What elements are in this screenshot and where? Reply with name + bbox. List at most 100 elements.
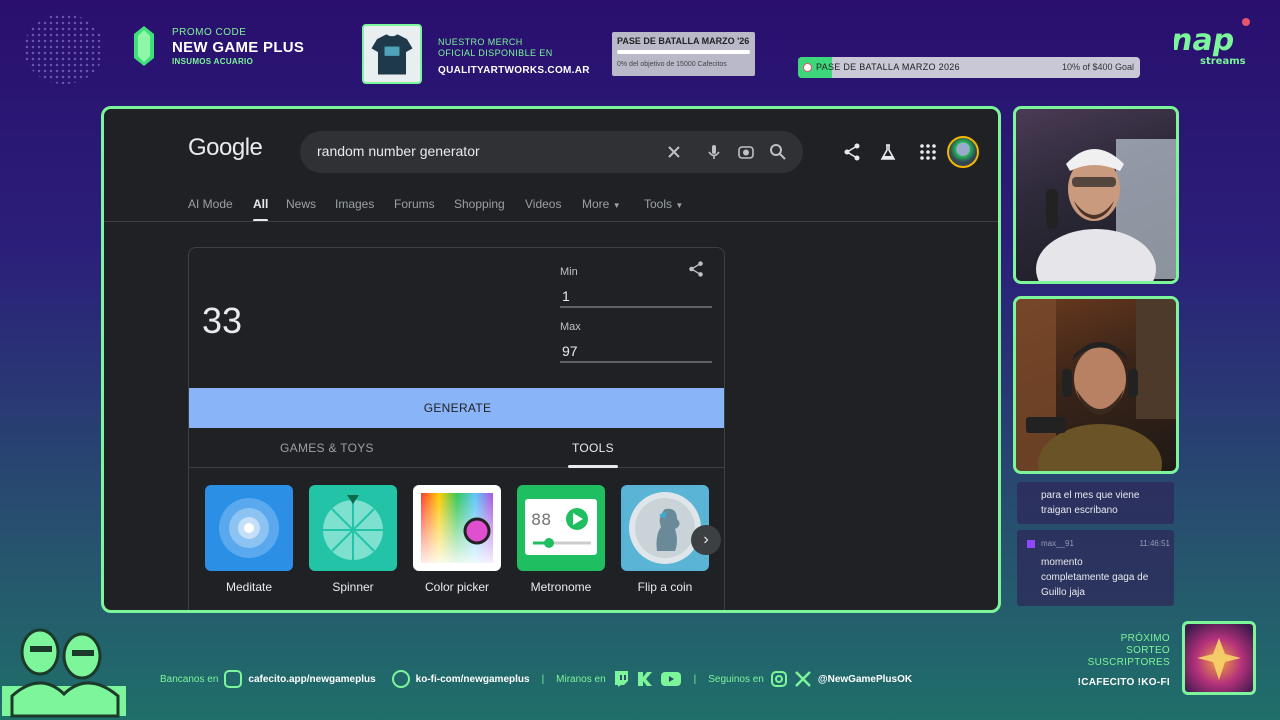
- tool-name: Spinner: [332, 580, 374, 594]
- rng-card: 33 Min 1 Max 97 GENERATE GAMES & TOYS TO…: [188, 247, 725, 610]
- webcam-top: [1013, 106, 1179, 284]
- separator: |: [693, 673, 697, 685]
- tool-meditate[interactable]: Meditate: [205, 485, 293, 594]
- lens-icon[interactable]: [736, 142, 756, 162]
- min-field[interactable]: 1: [560, 285, 712, 308]
- x-twitter-icon[interactable]: [794, 670, 812, 688]
- share-icon[interactable]: [687, 260, 705, 278]
- chat-message-text: para el mes que viene traigan escribano: [1041, 490, 1140, 516]
- caret-down-icon: ▼: [612, 201, 621, 210]
- tab-news[interactable]: News: [286, 197, 316, 211]
- youtube-icon[interactable]: [660, 670, 682, 688]
- tab-shopping[interactable]: Shopping: [454, 197, 505, 211]
- rng-result: 33: [202, 300, 243, 341]
- kofi-icon: [391, 670, 410, 688]
- tool-color-picker[interactable]: Color picker: [413, 485, 501, 594]
- browser-capture: Google random number generator AI Mode A…: [101, 106, 1001, 613]
- sorteo-line1: PRÓXIMO: [1120, 633, 1170, 644]
- chat-time: 11:46:51: [1139, 539, 1170, 548]
- tool-name: Flip a coin: [637, 580, 693, 594]
- chat-message-text: momento completamente gaga de Guillo jaj…: [1041, 557, 1149, 598]
- sorteo-game-cover: [1182, 621, 1256, 695]
- tool-metronome[interactable]: 88 Metronome: [517, 485, 605, 594]
- kick-icon[interactable]: [636, 670, 654, 688]
- merch-line2: OFICIAL DISPONIBLE EN: [438, 48, 553, 58]
- spinner-icon: [309, 485, 397, 571]
- labs-flask-icon[interactable]: [878, 142, 898, 162]
- max-label: Max: [560, 321, 581, 333]
- tab-forums[interactable]: Forums: [394, 197, 435, 211]
- tab-all[interactable]: All: [253, 197, 269, 222]
- nap-streams-logo: nap streams: [1174, 18, 1250, 67]
- tab-games-toys[interactable]: GAMES & TOYS: [280, 441, 374, 455]
- caret-down-icon: ▼: [675, 201, 684, 210]
- color-picker-icon: [413, 485, 501, 571]
- separator: |: [541, 673, 545, 685]
- goal-small-title: PASE DE BATALLA MARZO '26: [617, 36, 750, 46]
- chat-message: para el mes que viene traigan escribano: [1017, 482, 1174, 524]
- chat-panel: para el mes que viene traigan escribano …: [1017, 482, 1174, 616]
- microphone-icon[interactable]: [704, 142, 724, 162]
- search-icon[interactable]: [768, 142, 788, 162]
- clear-icon[interactable]: [664, 142, 684, 162]
- mascot-illustration: [2, 628, 126, 718]
- goal-widget-small: PASE DE BATALLA MARZO '26 0% del objetiv…: [612, 32, 755, 76]
- metronome-bpm: 88: [531, 510, 551, 529]
- merch-line1: NUESTRO MERCH: [438, 37, 523, 47]
- merch-shirt-image: [362, 24, 422, 84]
- search-bar[interactable]: random number generator: [300, 131, 803, 173]
- chat-message: max__91 11:46:51 momento completamente g…: [1017, 530, 1174, 606]
- sorteo-line3: SUSCRIPTORES: [1087, 657, 1170, 668]
- generate-button[interactable]: GENERATE: [189, 388, 724, 428]
- merch-site: QUALITYARTWORKS.COM.AR: [438, 65, 590, 76]
- tab-ai-mode[interactable]: AI Mode: [188, 197, 233, 211]
- next-tool-peek: [724, 485, 725, 571]
- promo-sub: INSUMOS ACUARIO: [172, 57, 254, 66]
- tab-more-label: More: [582, 197, 610, 211]
- search-input[interactable]: random number generator: [317, 143, 480, 159]
- twitch-icon[interactable]: [612, 670, 630, 688]
- max-field[interactable]: 97: [560, 340, 712, 363]
- svg-text:nap: nap: [1174, 23, 1237, 58]
- tabs-divider: [104, 221, 998, 222]
- sorteo-block: PRÓXIMO SORTEO SUSCRIPTORES !CAFECITO !K…: [1050, 633, 1170, 689]
- tab-tools-label: Tools: [644, 197, 673, 211]
- tab-tools[interactable]: Tools ▼: [644, 197, 683, 211]
- share-icon[interactable]: [842, 142, 862, 162]
- logo-sub: streams: [1200, 56, 1246, 67]
- tab-more[interactable]: More ▼: [582, 197, 621, 211]
- chat-user-row: max__91: [1027, 536, 1074, 551]
- next-arrow-icon[interactable]: ›: [691, 525, 721, 555]
- sparkle-decoration: [24, 14, 104, 84]
- instagram-icon[interactable]: [770, 670, 788, 688]
- sorteo-commands: !CAFECITO !KO-FI: [1077, 677, 1170, 688]
- account-avatar[interactable]: [947, 136, 979, 168]
- apps-grid-icon[interactable]: [918, 142, 938, 162]
- cafecito-link[interactable]: cafecito.app/newgameplus: [248, 674, 375, 685]
- tool-spinner[interactable]: Spinner: [309, 485, 397, 594]
- goal-bar-amount: 10% of $400 Goal: [1061, 62, 1134, 72]
- cafecito-icon: [224, 670, 243, 688]
- tab-videos[interactable]: Videos: [525, 197, 561, 211]
- bottom-links: Bancanos en cafecito.app/newgameplus ko-…: [160, 670, 912, 688]
- tab-tools-sub[interactable]: TOOLS: [568, 441, 618, 468]
- tab-images[interactable]: Images: [335, 197, 374, 211]
- promo-label: PROMO CODE: [172, 27, 247, 38]
- sorteo-line2: SORTEO: [1126, 645, 1170, 656]
- promo-code-block: PROMO CODE NEW GAME PLUS INSUMOS ACUARIO: [172, 27, 304, 66]
- webcam-bottom: [1013, 296, 1179, 474]
- meditate-icon: [205, 485, 293, 571]
- metronome-icon: 88: [517, 485, 605, 571]
- google-logo[interactable]: Google: [188, 134, 263, 162]
- merch-text: NUESTRO MERCH OFICIAL DISPONIBLE EN QUAL…: [438, 37, 590, 76]
- bancanos-label: Bancanos en: [160, 673, 219, 685]
- rng-subtabs: GAMES & TOYS TOOLS: [189, 428, 724, 468]
- kofi-cup-icon: [803, 63, 812, 72]
- min-label: Min: [560, 266, 578, 278]
- kofi-link[interactable]: ko-fi-com/newgameplus: [416, 674, 530, 685]
- goal-bar-title: PASE DE BATALLA MARZO 2026: [816, 62, 960, 72]
- chat-meta: max__91 11:46:51: [1027, 536, 1170, 551]
- chat-username: max__91: [1041, 539, 1074, 548]
- social-handle[interactable]: @NewGamePlusOK: [818, 674, 912, 685]
- promo-code: NEW GAME PLUS: [172, 39, 305, 56]
